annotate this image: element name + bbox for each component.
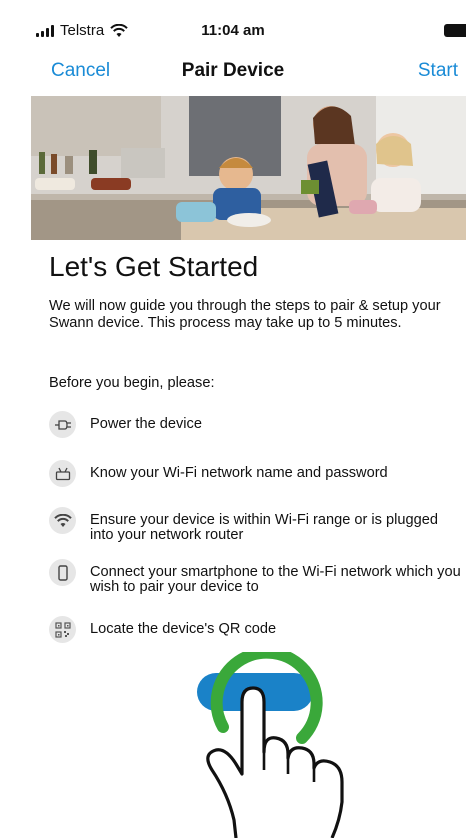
checklist-item-wifi-credentials: Know your Wi-Fi network name and passwor… [49,460,463,487]
page-title: Pair Device [181,60,285,81]
checklist-item-qr-code: Locate the device's QR code [49,616,463,643]
heading: Let's Get Started [49,251,259,282]
checklist-item-wifi-range: Ensure your device is within Wi-Fi range… [49,507,463,543]
status-bar: Telstra 11:04 am [0,0,466,40]
checklist-item-text: Connect your smartphone to the Wi-Fi net… [90,564,461,595]
before-label: Before you begin, please: [49,375,215,391]
navigation-bar: Cancel Pair Device Start [0,52,466,88]
checklist-item-smartphone: Connect your smartphone to the Wi-Fi net… [49,559,463,595]
checklist-item-text: Locate the device's QR code [90,621,277,637]
hero-image [31,96,466,240]
status-time: 11:04 am [201,22,265,39]
qr-code-icon [49,616,76,643]
battery-icon [444,24,466,37]
power-plug-icon [49,411,76,438]
start-nav-button[interactable]: Start [418,60,458,82]
checklist-item-text: Know your Wi-Fi network name and passwor… [90,465,388,481]
router-icon [49,460,76,487]
checklist-item-power: Power the device [49,411,463,438]
family-kitchen-illustration [31,96,466,240]
wifi-icon [49,507,76,534]
checklist-item-text: Power the device [90,416,202,432]
start-button[interactable] [197,673,313,711]
intro-text: We will now guide you through the steps … [49,298,441,331]
smartphone-icon [49,559,76,586]
pair-device-screen: Telstra 11:04 am Cancel Pair Device Star… [0,0,466,838]
checklist-item-text: Ensure your device is within Wi-Fi range… [90,512,438,543]
